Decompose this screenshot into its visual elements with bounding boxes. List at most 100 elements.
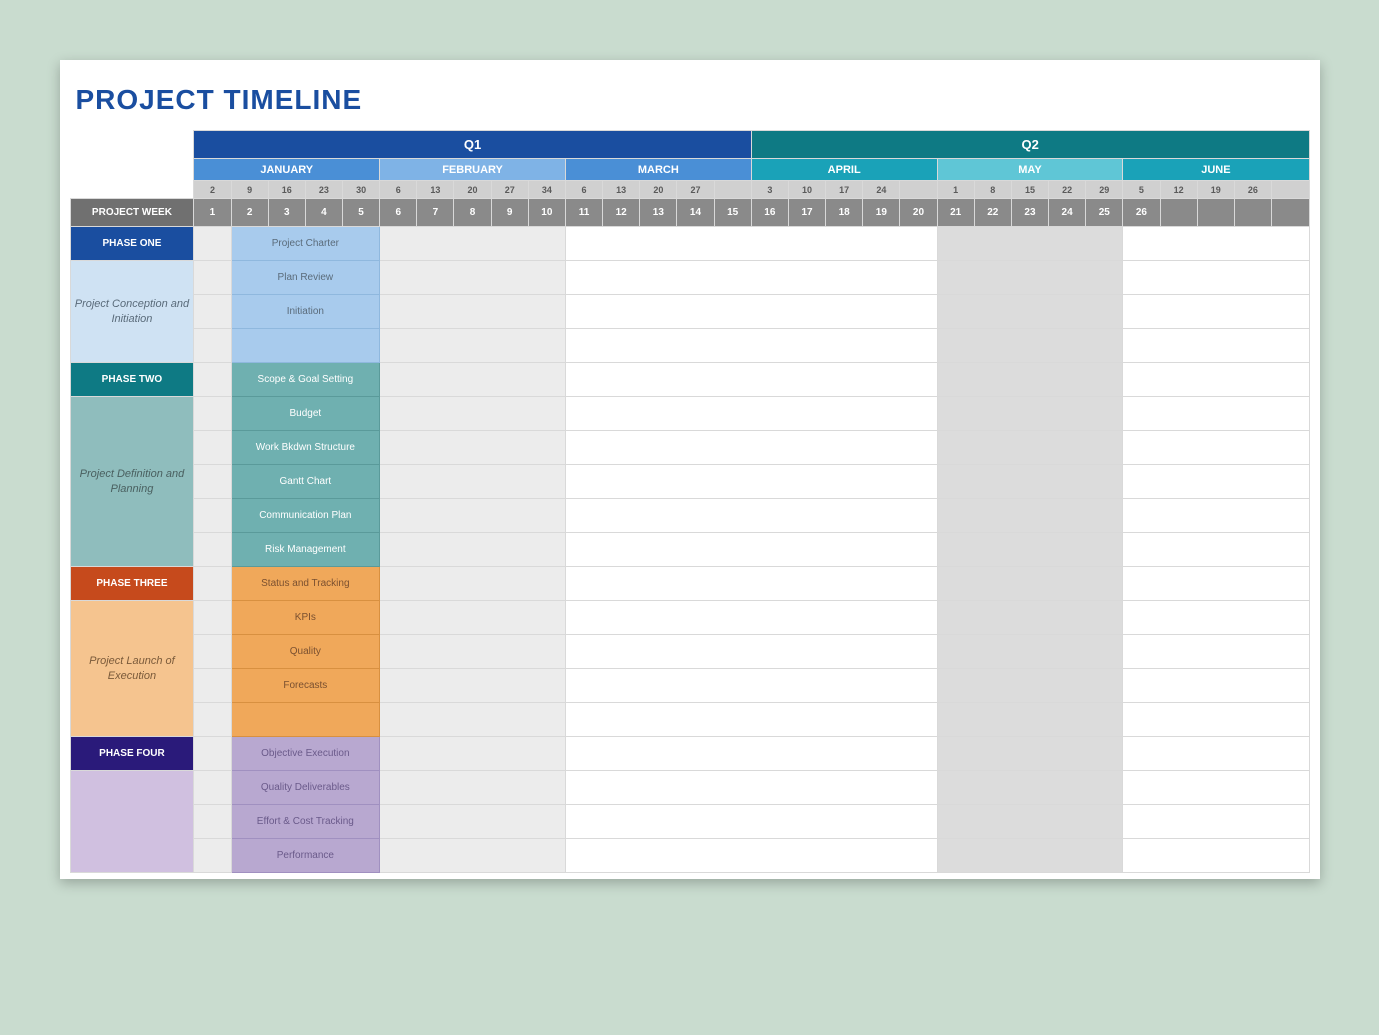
task-bar[interactable]: Risk Management (231, 533, 380, 567)
cell[interactable] (1123, 295, 1309, 329)
cell[interactable] (937, 329, 1123, 363)
cell[interactable] (194, 839, 231, 873)
cell[interactable] (194, 601, 231, 635)
cell[interactable] (1123, 839, 1309, 873)
cell[interactable] (1123, 499, 1309, 533)
cell[interactable] (937, 839, 1123, 873)
cell[interactable] (194, 533, 231, 567)
task-bar[interactable]: Scope & Goal Setting (231, 363, 380, 397)
cell[interactable] (194, 227, 231, 261)
date-cell[interactable]: 19 (1197, 181, 1234, 199)
week-cell[interactable]: 21 (937, 199, 974, 227)
cell[interactable] (380, 261, 566, 295)
cell[interactable] (565, 295, 937, 329)
cell[interactable] (1123, 805, 1309, 839)
cell[interactable] (194, 567, 231, 601)
task-bar[interactable]: Work Bkdwn Structure (231, 431, 380, 465)
cell[interactable] (1123, 261, 1309, 295)
cell[interactable] (1123, 737, 1309, 771)
date-cell[interactable]: 27 (677, 181, 714, 199)
cell[interactable] (380, 499, 566, 533)
task-bar[interactable]: Quality Deliverables (231, 771, 380, 805)
week-cell[interactable]: 17 (788, 199, 825, 227)
task-bar[interactable] (231, 703, 380, 737)
cell[interactable] (380, 601, 566, 635)
task-bar[interactable]: Forecasts (231, 669, 380, 703)
cell[interactable] (937, 567, 1123, 601)
cell[interactable] (565, 635, 937, 669)
week-cell[interactable]: 14 (677, 199, 714, 227)
task-bar[interactable] (231, 329, 380, 363)
date-cell[interactable]: 3 (751, 181, 788, 199)
cell[interactable] (1123, 397, 1309, 431)
cell[interactable] (565, 567, 937, 601)
task-bar[interactable]: Effort & Cost Tracking (231, 805, 380, 839)
week-cell[interactable]: 4 (305, 199, 342, 227)
cell[interactable] (937, 431, 1123, 465)
week-cell[interactable]: 13 (640, 199, 677, 227)
cell[interactable] (1123, 533, 1309, 567)
task-bar[interactable]: Budget (231, 397, 380, 431)
cell[interactable] (937, 737, 1123, 771)
cell[interactable] (194, 805, 231, 839)
cell[interactable] (565, 329, 937, 363)
cell[interactable] (937, 601, 1123, 635)
week-cell[interactable] (1234, 199, 1271, 227)
cell[interactable] (380, 805, 566, 839)
task-bar[interactable]: Project Charter (231, 227, 380, 261)
cell[interactable] (937, 805, 1123, 839)
cell[interactable] (194, 465, 231, 499)
date-cell[interactable]: 6 (380, 181, 417, 199)
cell[interactable] (380, 839, 566, 873)
date-cell[interactable]: 10 (788, 181, 825, 199)
cell[interactable] (194, 431, 231, 465)
cell[interactable] (380, 737, 566, 771)
cell[interactable] (565, 227, 937, 261)
date-cell[interactable]: 12 (1160, 181, 1197, 199)
cell[interactable] (937, 635, 1123, 669)
date-cell[interactable] (714, 181, 751, 199)
task-bar[interactable]: Performance (231, 839, 380, 873)
cell[interactable] (194, 363, 231, 397)
cell[interactable] (565, 669, 937, 703)
date-cell[interactable] (900, 181, 937, 199)
task-bar[interactable]: KPIs (231, 601, 380, 635)
cell[interactable] (380, 363, 566, 397)
task-bar[interactable]: Initiation (231, 295, 380, 329)
cell[interactable] (565, 771, 937, 805)
task-bar[interactable]: Communication Plan (231, 499, 380, 533)
date-cell[interactable]: 15 (1011, 181, 1048, 199)
cell[interactable] (937, 295, 1123, 329)
week-cell[interactable]: 15 (714, 199, 751, 227)
task-bar[interactable]: Status and Tracking (231, 567, 380, 601)
date-cell[interactable]: 26 (1234, 181, 1271, 199)
cell[interactable] (194, 771, 231, 805)
cell[interactable] (194, 295, 231, 329)
cell[interactable] (565, 465, 937, 499)
date-cell[interactable]: 30 (343, 181, 380, 199)
cell[interactable] (194, 397, 231, 431)
week-cell[interactable]: 5 (343, 199, 380, 227)
cell[interactable] (565, 261, 937, 295)
cell[interactable] (937, 397, 1123, 431)
cell[interactable] (565, 431, 937, 465)
cell[interactable] (380, 295, 566, 329)
week-cell[interactable]: 20 (900, 199, 937, 227)
date-cell[interactable]: 6 (565, 181, 602, 199)
week-cell[interactable]: 9 (491, 199, 528, 227)
task-bar[interactable]: Gantt Chart (231, 465, 380, 499)
week-cell[interactable]: 16 (751, 199, 788, 227)
date-cell[interactable]: 1 (937, 181, 974, 199)
cell[interactable] (1123, 703, 1309, 737)
cell[interactable] (937, 669, 1123, 703)
cell[interactable] (380, 397, 566, 431)
cell[interactable] (1123, 227, 1309, 261)
week-cell[interactable]: 2 (231, 199, 268, 227)
cell[interactable] (937, 465, 1123, 499)
week-cell[interactable]: 24 (1049, 199, 1086, 227)
cell[interactable] (1123, 329, 1309, 363)
week-cell[interactable]: 22 (974, 199, 1011, 227)
cell[interactable] (1123, 601, 1309, 635)
cell[interactable] (565, 533, 937, 567)
date-cell[interactable]: 9 (231, 181, 268, 199)
